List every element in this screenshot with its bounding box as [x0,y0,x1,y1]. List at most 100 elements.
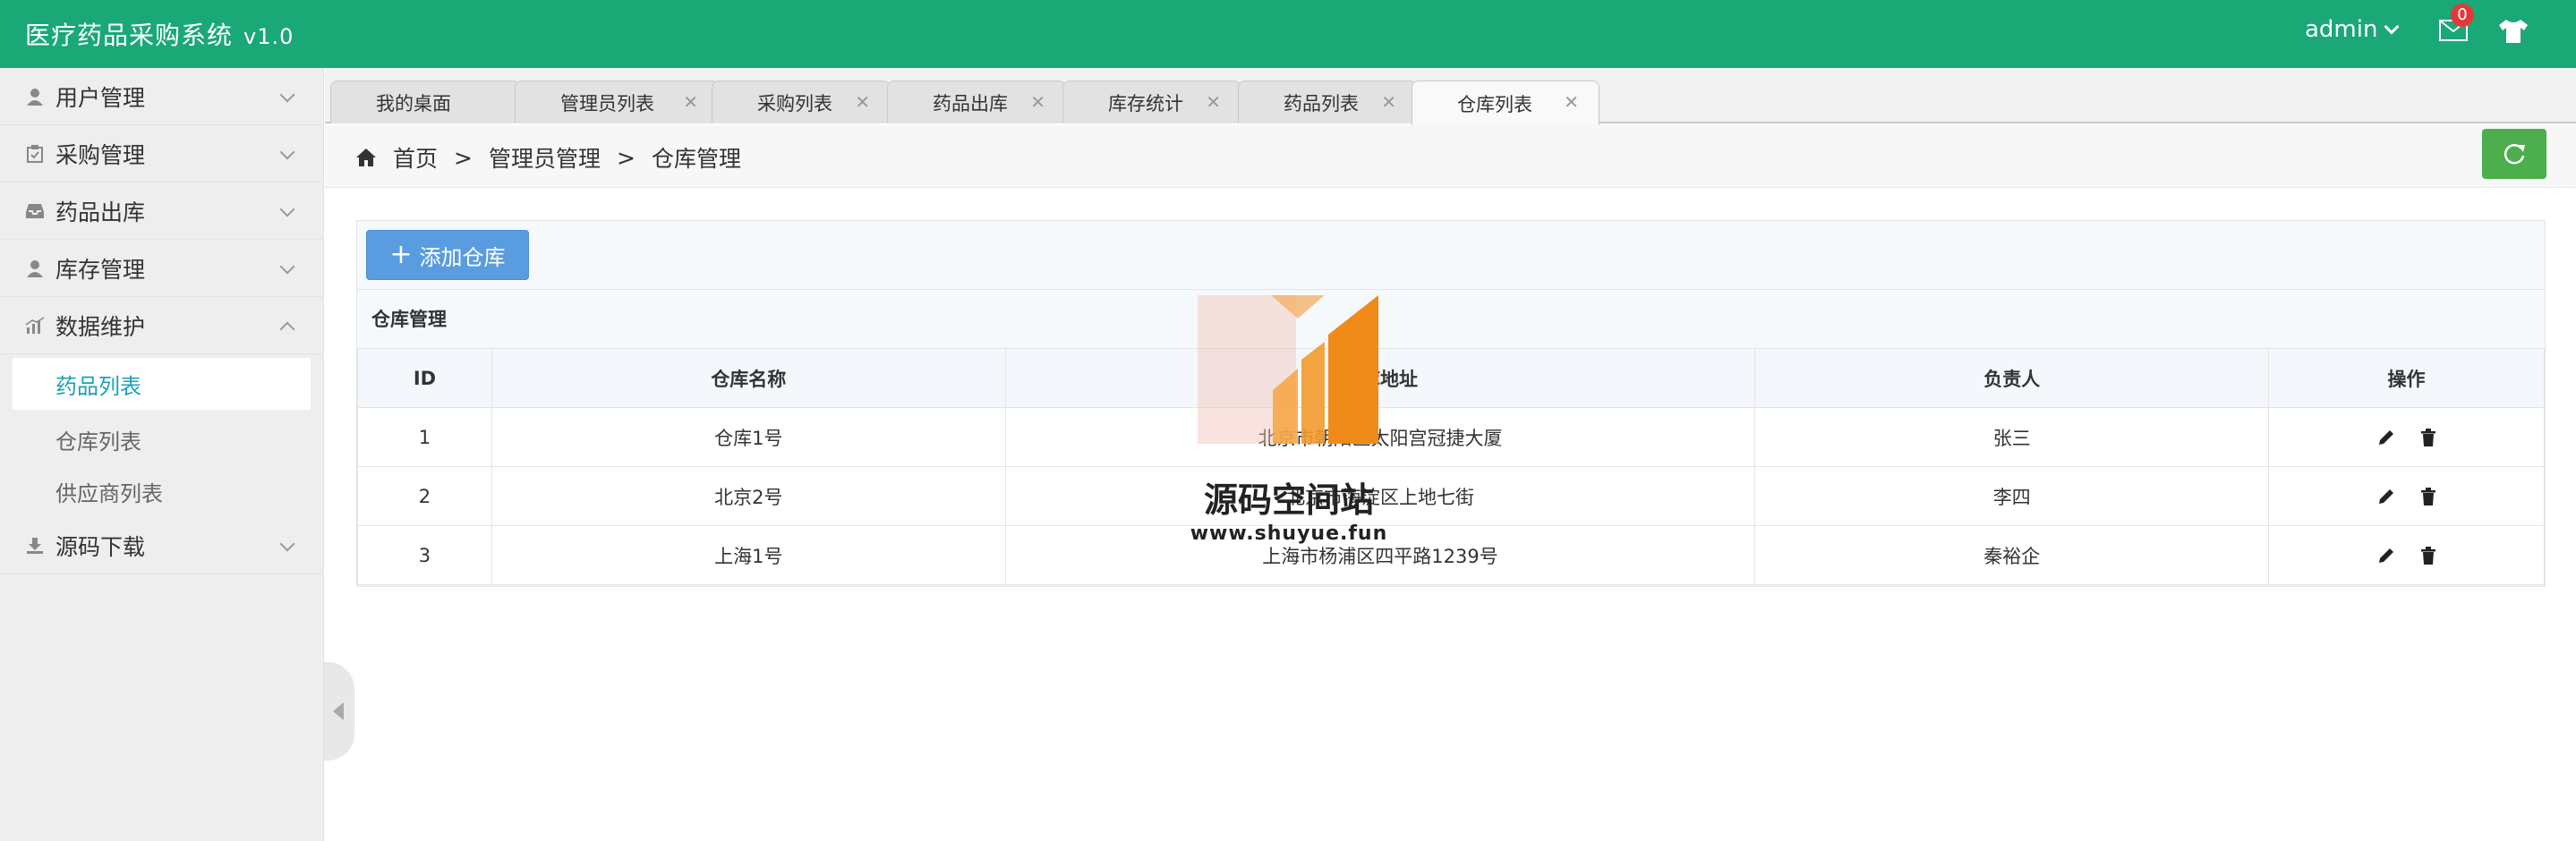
skin-icon[interactable] [2497,18,2529,45]
tab-drug-list[interactable]: 药品列表 ✕ [1238,81,1417,123]
cell-id: 2 [357,466,492,526]
breadcrumb-admin-management[interactable]: 管理员管理 [489,141,601,174]
edit-icon[interactable] [2376,428,2396,447]
close-icon[interactable]: ✕ [1030,91,1045,113]
cell-name: 仓库1号 [490,407,1006,467]
table-row: 3 上海1号 上海市杨浦区四平路1239号 秦裕企 [357,525,2545,585]
tab-my-desktop[interactable]: 我的桌面 [330,81,520,123]
cell-manager: 张三 [1754,407,2270,467]
sidebar-item-data-maintenance[interactable]: 数据维护 [0,297,323,354]
sidebar-subitem-label: 供应商列表 [55,480,163,506]
cell-id: 1 [357,407,492,467]
tab-admin-list[interactable]: 管理员列表 ✕ [515,81,719,123]
sidebar-item-source-download[interactable]: 源码下载 [0,517,323,574]
cell-address: 北京市朝阳区太阳宫冠捷大厦 [1004,407,1756,467]
close-icon[interactable]: ✕ [1381,91,1396,113]
tab-drug-outbound[interactable]: 药品出库 ✕ [887,81,1066,123]
close-icon[interactable]: ✕ [683,91,698,113]
user-icon [25,87,45,106]
sidebar-item-label: 库存管理 [55,256,146,283]
trash-icon[interactable] [2419,487,2437,506]
app-version: v1.0 [243,24,294,49]
sidebar-item-label: 用户管理 [55,84,146,111]
chevron-up-icon [279,321,295,337]
close-icon[interactable]: ✕ [1206,91,1221,113]
breadcrumb-current: 仓库管理 [651,146,741,172]
sidebar-subitem-warehouse-list[interactable]: 仓库列表 [13,413,311,465]
sidebar-subitem-label: 仓库列表 [55,429,141,454]
tab-label: 我的桌面 [376,92,451,115]
tab-label: 仓库列表 [1457,93,1532,115]
cell-id: 3 [357,525,492,585]
tab-label: 药品出库 [933,92,1008,115]
watermark-url: www.shuyue.fun [1190,522,1388,545]
chevron-down-icon [279,201,295,217]
tab-warehouse-list[interactable]: 仓库列表 ✕ [1412,81,1599,125]
sidebar-item-inventory-management[interactable]: 库存管理 [0,240,323,297]
table-row: 1 仓库1号 北京市朝阳区太阳宫冠捷大厦 张三 [357,407,2545,467]
warehouse-table: ID 仓库名称 仓库地址 负责人 操作 1 仓库1号 北京市朝阳区太阳宫冠捷大厦… [357,348,2545,585]
breadcrumb-separator: > [454,144,473,171]
add-warehouse-button[interactable]: + 添加仓库 [366,230,529,280]
chevron-down-icon [279,87,295,103]
cell-actions [2268,525,2545,585]
edit-icon[interactable] [2376,487,2396,506]
sidebar-subitem-label: 药品列表 [55,373,141,399]
close-icon[interactable]: ✕ [855,91,870,113]
chevron-down-icon [279,536,295,552]
close-icon[interactable]: ✕ [1564,91,1579,113]
sidebar: 用户管理 采购管理 药品出库 库存管理 数据维护 药品列表 仓库列表 供应商列表… [0,68,324,841]
tab-purchase-list[interactable]: 采购列表 ✕ [712,81,891,123]
trash-icon[interactable] [2419,546,2437,565]
user-menu[interactable]: admin [2305,16,2400,43]
breadcrumb-bar: 首页 > 管理员管理 > 仓库管理 [325,125,2576,188]
tab-bar: 我的桌面 管理员列表 ✕ 采购列表 ✕ 药品出库 ✕ 库存统计 ✕ 药品列表 ✕… [325,68,2576,125]
top-bar: 医疗药品采购系统 v1.0 admin 0 [0,0,2576,68]
refresh-button[interactable] [2482,129,2546,179]
sidebar-collapse-toggle[interactable] [324,662,354,760]
column-header-actions: 操作 [2268,348,2545,408]
bar-chart-icon [25,316,45,336]
column-header-id: ID [357,348,492,408]
tab-inventory-stats[interactable]: 库存统计 ✕ [1062,81,1241,123]
sidebar-item-label: 采购管理 [55,141,146,168]
column-header-address: 仓库地址 [1004,348,1756,408]
warehouse-panel: + 添加仓库 仓库管理 ID 仓库名称 仓库地址 负责人 操作 1 仓库1号 北… [356,220,2546,587]
column-header-manager: 负责人 [1754,348,2270,408]
table-row: 2 北京2号 北京市海淀区上地七街 李四 [357,466,2545,526]
cell-actions [2268,407,2545,467]
sidebar-subitem-supplier-list[interactable]: 供应商列表 [13,465,311,517]
tab-label: 采购列表 [757,92,832,115]
table-header-row: ID 仓库名称 仓库地址 负责人 操作 [357,348,2545,408]
inbox-icon [25,201,45,221]
plus-icon: + [389,239,413,270]
sidebar-item-purchase-management[interactable]: 采购管理 [0,125,323,183]
sidebar-item-drug-outbound[interactable]: 药品出库 [0,183,323,240]
sidebar-item-user-management[interactable]: 用户管理 [0,68,323,125]
sidebar-subitem-drug-list[interactable]: 药品列表 [13,358,311,410]
chevron-down-icon [279,144,295,160]
tab-label: 管理员列表 [560,92,654,115]
trash-icon[interactable] [2419,428,2437,447]
chevron-down-icon [2384,19,2400,35]
tab-label: 库存统计 [1108,92,1183,115]
breadcrumb: 首页 > 管理员管理 > 仓库管理 [355,141,741,174]
panel-title: 仓库管理 [357,289,2545,348]
cell-name: 上海1号 [490,525,1006,585]
breadcrumb-separator: > [616,144,635,171]
sidebar-item-label: 源码下载 [55,533,146,560]
edit-icon[interactable] [2376,546,2396,565]
app-title: 医疗药品采购系统 v1.0 [25,16,294,52]
refresh-icon [2503,144,2525,165]
sidebar-submenu: 药品列表 仓库列表 供应商列表 [0,358,323,517]
cell-manager: 李四 [1754,466,2270,526]
watermark-title: 源码空间站 [1203,480,1374,520]
cell-name: 北京2号 [490,466,1006,526]
column-header-name: 仓库名称 [490,348,1006,408]
home-icon [356,149,376,166]
sidebar-item-label: 药品出库 [55,199,146,225]
cell-manager: 秦裕企 [1754,525,2270,585]
breadcrumb-home[interactable]: 首页 [393,141,438,174]
add-warehouse-label: 添加仓库 [419,244,506,270]
sidebar-item-label: 数据维护 [55,313,146,340]
